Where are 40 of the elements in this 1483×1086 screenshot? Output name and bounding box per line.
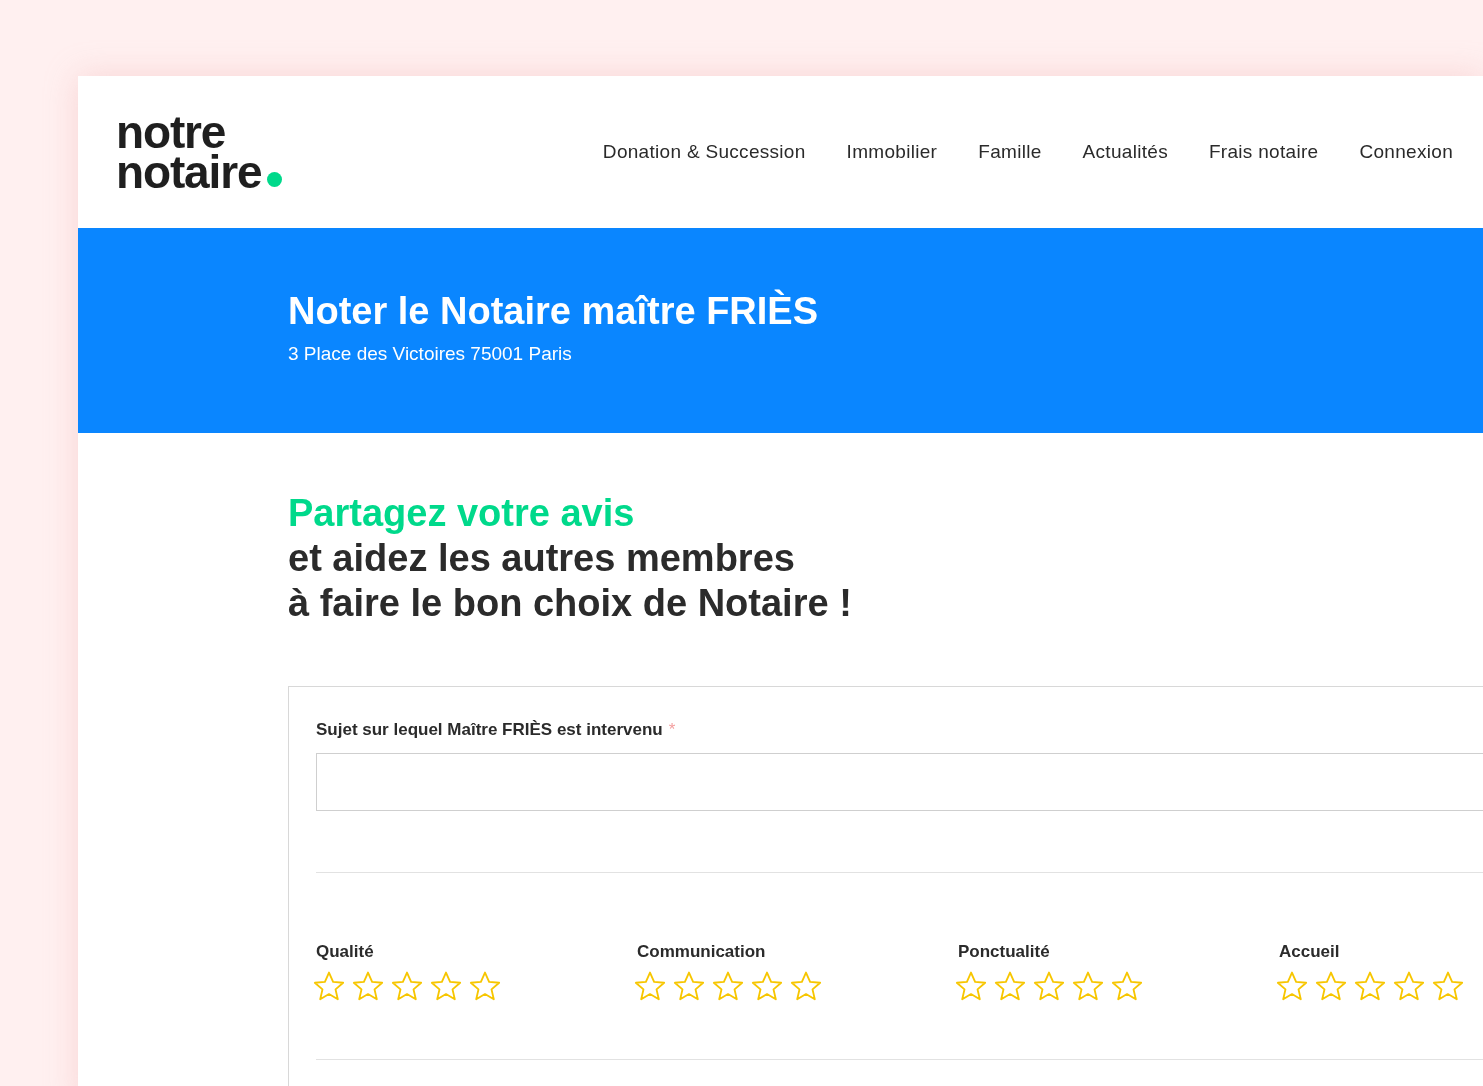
intro-text: et aidez les autres membres [288,536,795,581]
star-icon[interactable] [390,969,424,1003]
nav-link[interactable]: Actualités [1082,137,1168,167]
star-icon[interactable] [1110,969,1144,1003]
intro-text: à faire le bon choix de Notaire ! [288,581,852,626]
rating-label: Ponctualité [958,940,1051,963]
nav-link[interactable]: Donation & Succession [602,137,806,167]
star-icon[interactable] [1071,969,1105,1003]
nav-link[interactable]: Frais notaire [1208,137,1319,167]
star-icon[interactable] [633,969,667,1003]
rating-label: Communication [637,940,767,963]
star-icon[interactable] [1032,969,1066,1003]
logo-text: notre [116,112,226,152]
star-icon[interactable] [954,969,988,1003]
subject-field[interactable] [316,752,1483,811]
address-text: 3 Place des Victoires 75001 Paris [288,342,572,366]
required-mark: * [668,719,676,741]
nav-link[interactable]: Immobilier [846,137,938,167]
nav-link[interactable]: Connexion [1359,137,1453,167]
star-icon[interactable] [312,969,346,1003]
star-icon[interactable] [1353,969,1387,1003]
rating-label: Accueil [1279,940,1341,963]
star-icon[interactable] [993,969,1027,1003]
star-icon[interactable] [468,969,502,1003]
field-label: Sujet sur lequel Maître FRIÈS est intervenu [316,719,663,741]
star-icon[interactable] [351,969,385,1003]
star-icon[interactable] [1431,969,1465,1003]
intro-highlight: Partagez votre avis [288,491,635,536]
banner-title: Noter le Notaire maître FRIÈS [288,288,819,334]
star-icon[interactable] [789,969,823,1003]
star-icon[interactable] [429,969,463,1003]
rating-label: Qualité [316,940,375,963]
logo-text: notaire [116,152,262,192]
star-icon[interactable] [750,969,784,1003]
star-icon[interactable] [1275,969,1309,1003]
star-icon[interactable] [1392,969,1426,1003]
star-icon[interactable] [711,969,745,1003]
star-icon[interactable] [672,969,706,1003]
star-icon[interactable] [1314,969,1348,1003]
nav-link[interactable]: Famille [978,137,1042,167]
